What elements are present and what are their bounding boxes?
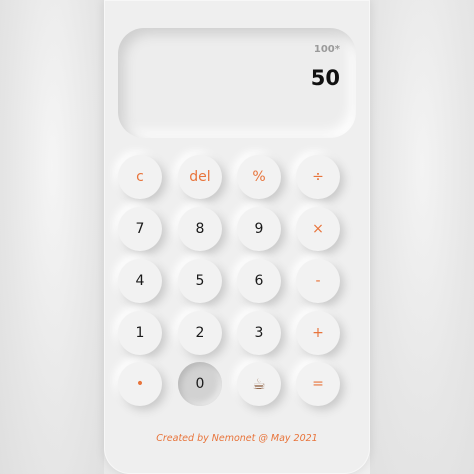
digit-4-button[interactable]: 4 xyxy=(118,259,162,303)
digit-8-button[interactable]: 8 xyxy=(178,207,222,251)
add-button[interactable]: + xyxy=(296,311,340,355)
multiply-button[interactable]: × xyxy=(296,207,340,251)
coffee-button[interactable]: ☕ xyxy=(237,362,281,406)
digit-3-button[interactable]: 3 xyxy=(237,311,281,355)
digit-2-button[interactable]: 2 xyxy=(178,311,222,355)
divide-button[interactable]: ÷ xyxy=(296,155,340,199)
digit-5-button[interactable]: 5 xyxy=(178,259,222,303)
subtract-button[interactable]: - xyxy=(296,259,340,303)
digit-6-button[interactable]: 6 xyxy=(237,259,281,303)
digit-0-button[interactable]: 0 xyxy=(178,362,222,406)
coffee-cup-icon: ☕ xyxy=(252,375,266,393)
background-blur-right xyxy=(370,0,474,474)
background-blur-left xyxy=(0,0,104,474)
equals-button[interactable]: = xyxy=(296,362,340,406)
clear-button[interactable]: c xyxy=(118,155,162,199)
calculator-display: 100* 50 xyxy=(118,28,356,138)
percent-button[interactable]: % xyxy=(237,155,281,199)
credit-text: Created by Nemonet @ May 2021 xyxy=(156,433,318,444)
decimal-point-button[interactable]: • xyxy=(118,362,162,406)
digit-9-button[interactable]: 9 xyxy=(237,207,281,251)
digit-1-button[interactable]: 1 xyxy=(118,311,162,355)
delete-button[interactable]: del xyxy=(178,155,222,199)
calculator-app: 100* 50 c del % ÷ 7 8 9 × 4 5 6 - 1 2 3 … xyxy=(104,0,370,474)
expression-history: 100* xyxy=(313,44,340,55)
result-value: 50 xyxy=(310,66,340,90)
digit-7-button[interactable]: 7 xyxy=(118,207,162,251)
